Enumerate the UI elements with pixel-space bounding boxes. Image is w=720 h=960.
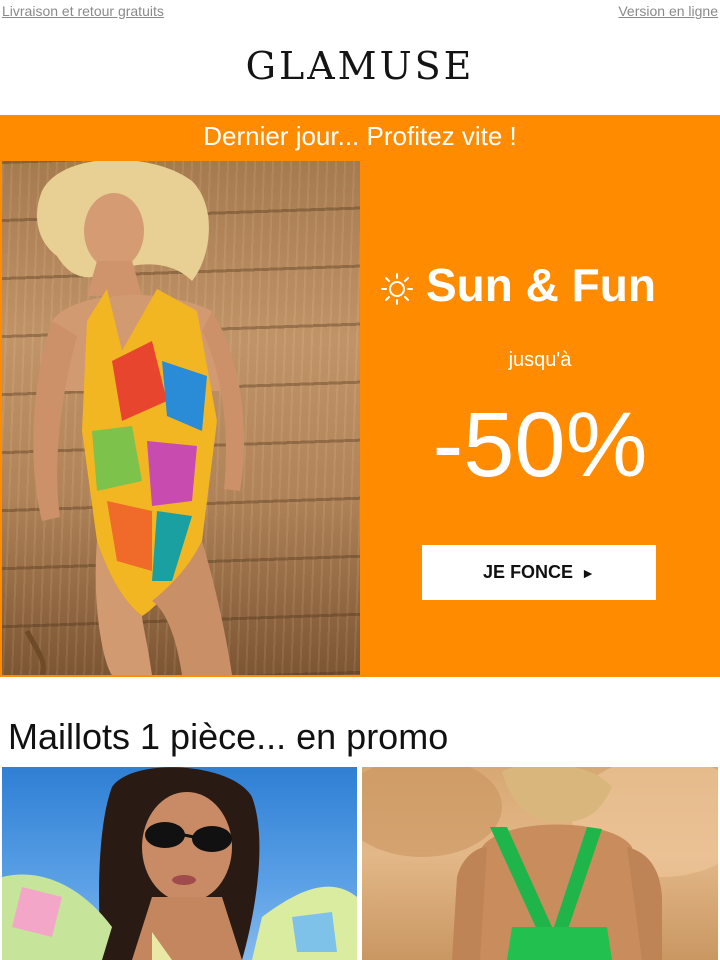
top-bar: Livraison et retour gratuits Version en … [0,0,720,24]
section-title: Maillots 1 pièce... en promo [8,716,449,757]
free-shipping-link[interactable]: Livraison et retour gratuits [2,3,164,19]
product-photo-2[interactable] [362,767,718,960]
hero-model-photo[interactable] [2,161,360,675]
online-version-link[interactable]: Version en ligne [618,3,718,19]
hero-headline: Dernier jour... Profitez vite ! [203,121,517,151]
promo-title-text: Sun & Fun [426,259,656,311]
hero-banner: Dernier jour... Profitez vite ! Sun & Fu… [0,115,720,677]
play-arrow-icon: ► [581,564,595,581]
promo-title: Sun & Fun [380,255,710,315]
product-photo-1[interactable] [2,767,357,960]
discount-value: -50% [432,394,648,496]
sun-icon [381,272,413,305]
upto-label: jusqu'à [508,349,572,371]
je-fonce-button[interactable]: JE FONCE ► [422,545,656,600]
cta-label: JE FONCE [483,562,574,582]
brand-logo[interactable]: GLAMUSE [0,44,720,88]
